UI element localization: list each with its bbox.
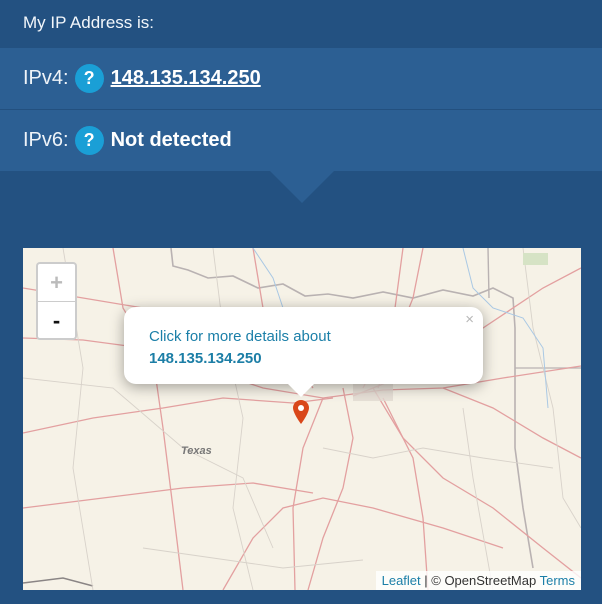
popup-tip [288,384,314,397]
zoom-out-button[interactable]: - [38,302,75,339]
ipv4-help-icon[interactable]: ? [74,64,104,93]
ipv6-label: IPv6: [23,129,69,151]
terms-link[interactable]: Terms [540,573,575,588]
section-pointer [270,171,334,203]
map-view[interactable]: Texas + - × Click for more details about… [23,248,581,590]
page-heading: My IP Address is: [23,13,155,32]
map-attribution: Leaflet | © OpenStreetMap Terms [375,571,581,590]
zoom-in-button[interactable]: + [38,264,75,302]
ipv6-value: Not detected [110,129,232,151]
attribution-separator: | © OpenStreetMap [420,573,540,588]
ipv4-label: IPv4: [23,67,69,89]
leaflet-link[interactable]: Leaflet [382,573,421,588]
ipv6-row: IPv6: ? Not detected [0,110,602,171]
popup-ip-address[interactable]: 148.135.134.250 [149,348,331,370]
ipv4-address-link[interactable]: 148.135.134.250 [111,67,261,90]
location-marker-icon[interactable] [293,400,309,424]
zoom-control: + - [36,262,77,340]
ipv6-help-icon[interactable]: ? [74,126,104,155]
popup-message: Click for more details about [149,328,331,345]
popup-text[interactable]: Click for more details about 148.135.134… [149,326,331,370]
ipv4-row: IPv4: ? 148.135.134.250 [0,48,602,111]
map-popup: × Click for more details about 148.135.1… [124,307,483,384]
popup-close-button[interactable]: × [465,311,474,328]
region-label: Texas [181,445,212,457]
